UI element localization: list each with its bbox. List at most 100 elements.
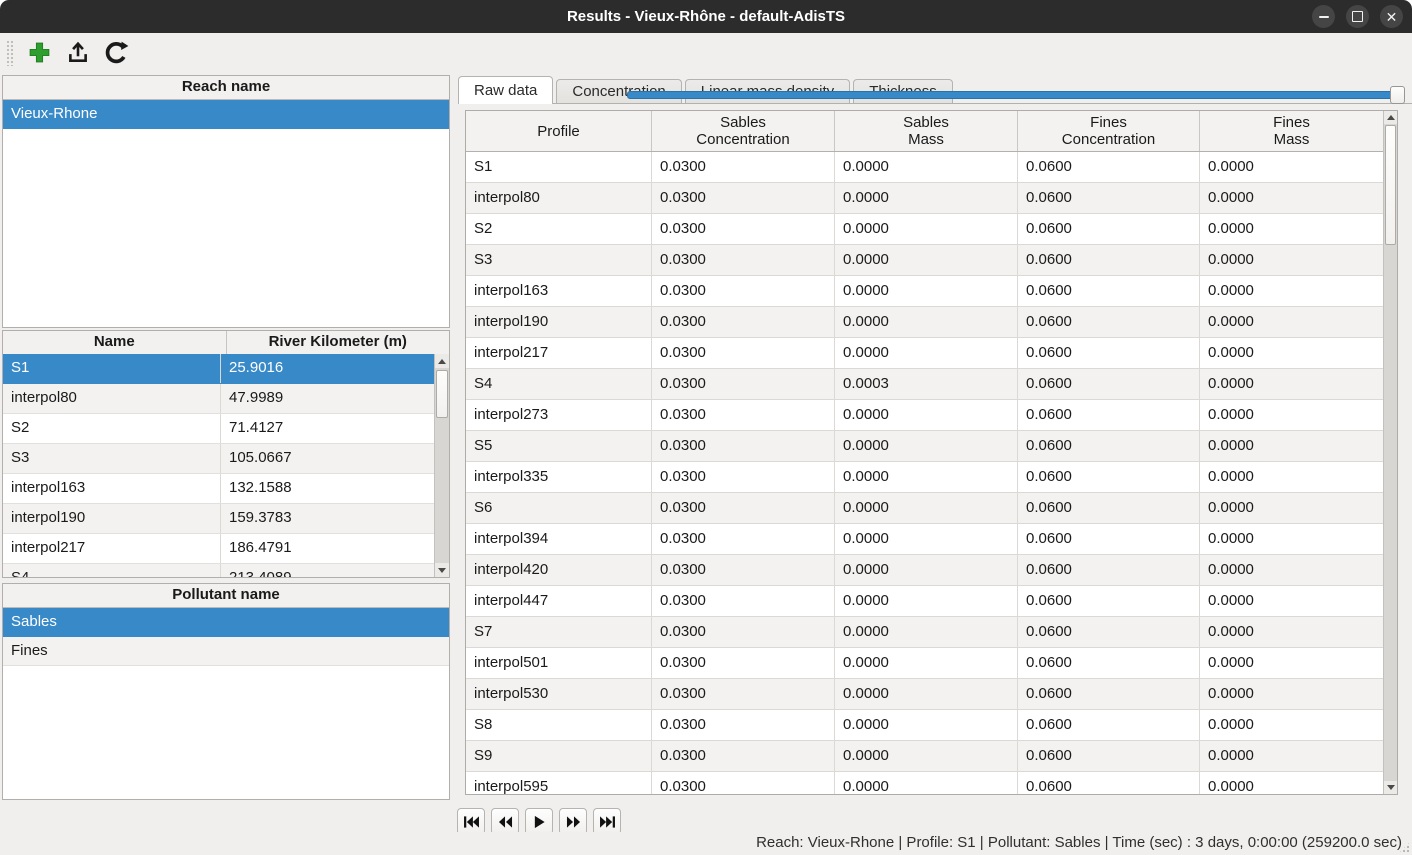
value-cell[interactable]: 0.0000 (835, 152, 1018, 182)
value-cell[interactable]: 0.0000 (1200, 431, 1383, 461)
value-cell[interactable]: 0.0000 (1200, 586, 1383, 616)
value-cell[interactable]: 0.0000 (835, 772, 1018, 795)
value-cell[interactable]: 0.0600 (1018, 276, 1200, 306)
rewind-button[interactable] (491, 808, 519, 835)
value-cell[interactable]: 0.0000 (1200, 493, 1383, 523)
minimize-button[interactable] (1312, 5, 1335, 28)
table-row[interactable]: S125.9016 (3, 354, 434, 384)
value-cell[interactable]: 0.0600 (1018, 741, 1200, 771)
scrollbar-thumb[interactable] (436, 370, 448, 418)
value-cell[interactable]: 0.0600 (1018, 710, 1200, 740)
value-cell[interactable]: 0.0000 (1200, 617, 1383, 647)
value-cell[interactable]: 0.0600 (1018, 307, 1200, 337)
value-cell[interactable]: 0.0000 (835, 710, 1018, 740)
table-row[interactable]: S20.03000.00000.06000.0000 (466, 214, 1383, 245)
value-cell[interactable]: 0.0600 (1018, 400, 1200, 430)
value-cell[interactable]: 0.0600 (1018, 617, 1200, 647)
profile-cell[interactable]: S2 (466, 214, 652, 244)
value-cell[interactable]: 0.0600 (1018, 183, 1200, 213)
table-row[interactable]: interpol1630.03000.00000.06000.0000 (466, 276, 1383, 307)
table-row[interactable]: interpol5300.03000.00000.06000.0000 (466, 679, 1383, 710)
value-cell[interactable]: 0.0000 (835, 586, 1018, 616)
value-cell[interactable]: 0.0300 (652, 710, 835, 740)
value-cell[interactable]: 0.0000 (1200, 462, 1383, 492)
table-row[interactable]: interpol2730.03000.00000.06000.0000 (466, 400, 1383, 431)
value-cell[interactable]: 0.0300 (652, 431, 835, 461)
add-button[interactable] (26, 40, 52, 66)
refresh-button[interactable] (104, 40, 130, 66)
table-row[interactable]: interpol190159.3783 (3, 504, 434, 534)
value-cell[interactable]: 0.0600 (1018, 679, 1200, 709)
value-cell[interactable]: 0.0300 (652, 493, 835, 523)
tab-raw-data[interactable]: Raw data (458, 76, 553, 104)
table-row[interactable]: S30.03000.00000.06000.0000 (466, 245, 1383, 276)
value-cell[interactable]: 0.0600 (1018, 431, 1200, 461)
profile-cell[interactable]: S8 (466, 710, 652, 740)
value-cell[interactable]: 0.0600 (1018, 555, 1200, 585)
table-row[interactable]: interpol8047.9989 (3, 384, 434, 414)
table-row[interactable]: interpol800.03000.00000.06000.0000 (466, 183, 1383, 214)
value-cell[interactable]: 0.0300 (652, 152, 835, 182)
reach-name-cell[interactable]: Vieux-Rhone (3, 100, 97, 128)
profile-cell[interactable]: S6 (466, 493, 652, 523)
value-cell[interactable]: 0.0300 (652, 741, 835, 771)
value-cell[interactable]: 0.0000 (1200, 741, 1383, 771)
value-cell[interactable]: 0.0300 (652, 586, 835, 616)
river-km-cell[interactable]: 186.4791 (221, 534, 434, 563)
value-cell[interactable]: 0.0000 (1200, 710, 1383, 740)
profile-name-cell[interactable]: interpol163 (3, 474, 221, 503)
value-cell[interactable]: 0.0000 (835, 648, 1018, 678)
value-cell[interactable]: 0.0000 (1200, 648, 1383, 678)
river-km-cell[interactable]: 25.9016 (221, 354, 434, 383)
value-cell[interactable]: 0.0300 (652, 369, 835, 399)
value-cell[interactable]: 0.0600 (1018, 586, 1200, 616)
river-km-cell[interactable]: 132.1588 (221, 474, 434, 503)
profile-cell[interactable]: S7 (466, 617, 652, 647)
table-row[interactable]: S50.03000.00000.06000.0000 (466, 431, 1383, 462)
value-cell[interactable]: 0.0600 (1018, 648, 1200, 678)
close-button[interactable]: ✕ (1380, 5, 1403, 28)
value-cell[interactable]: 0.0000 (835, 431, 1018, 461)
value-cell[interactable]: 0.0300 (652, 648, 835, 678)
table-row[interactable]: S40.03000.00030.06000.0000 (466, 369, 1383, 400)
value-cell[interactable]: 0.0000 (835, 338, 1018, 368)
value-cell[interactable]: 0.0300 (652, 772, 835, 795)
table-row[interactable]: Vieux-Rhone (3, 100, 449, 129)
profile-cell[interactable]: interpol163 (466, 276, 652, 306)
value-cell[interactable]: 0.0000 (1200, 152, 1383, 182)
profile-cell[interactable]: interpol394 (466, 524, 652, 554)
value-cell[interactable]: 0.0300 (652, 214, 835, 244)
value-cell[interactable]: 0.0600 (1018, 245, 1200, 275)
value-cell[interactable]: 0.0000 (835, 276, 1018, 306)
table-row[interactable]: interpol5010.03000.00000.06000.0000 (466, 648, 1383, 679)
river-km-cell[interactable]: 213.4089 (221, 564, 434, 577)
table-row[interactable]: interpol4470.03000.00000.06000.0000 (466, 586, 1383, 617)
value-cell[interactable]: 0.0000 (1200, 214, 1383, 244)
value-cell[interactable]: 0.0300 (652, 400, 835, 430)
value-cell[interactable]: 0.0300 (652, 183, 835, 213)
value-cell[interactable]: 0.0000 (835, 524, 1018, 554)
profile-cell[interactable]: interpol273 (466, 400, 652, 430)
value-cell[interactable]: 0.0300 (652, 617, 835, 647)
profile-cell[interactable]: S9 (466, 741, 652, 771)
value-cell[interactable]: 0.0600 (1018, 152, 1200, 182)
time-slider-handle[interactable] (1390, 86, 1405, 104)
river-km-cell[interactable]: 47.9989 (221, 384, 434, 413)
skip-to-end-button[interactable] (593, 808, 621, 835)
value-cell[interactable]: 0.0000 (835, 741, 1018, 771)
export-button[interactable] (65, 40, 91, 66)
river-km-cell[interactable]: 105.0667 (221, 444, 434, 473)
profile-cell[interactable]: interpol501 (466, 648, 652, 678)
value-cell[interactable]: 0.0600 (1018, 214, 1200, 244)
table-row[interactable]: S90.03000.00000.06000.0000 (466, 741, 1383, 772)
profile-name-cell[interactable]: S1 (3, 354, 221, 383)
table-row[interactable]: S70.03000.00000.06000.0000 (466, 617, 1383, 648)
profile-name-cell[interactable]: interpol190 (3, 504, 221, 533)
profile-name-cell[interactable]: S4 (3, 564, 221, 577)
table-row[interactable]: interpol217186.4791 (3, 534, 434, 564)
value-cell[interactable]: 0.0300 (652, 307, 835, 337)
scroll-down-icon[interactable] (435, 563, 449, 577)
pollutant-name-cell[interactable]: Sables (3, 608, 57, 636)
scroll-down-icon[interactable] (1384, 781, 1397, 794)
table-row[interactable]: interpol5950.03000.00000.06000.0000 (466, 772, 1383, 795)
